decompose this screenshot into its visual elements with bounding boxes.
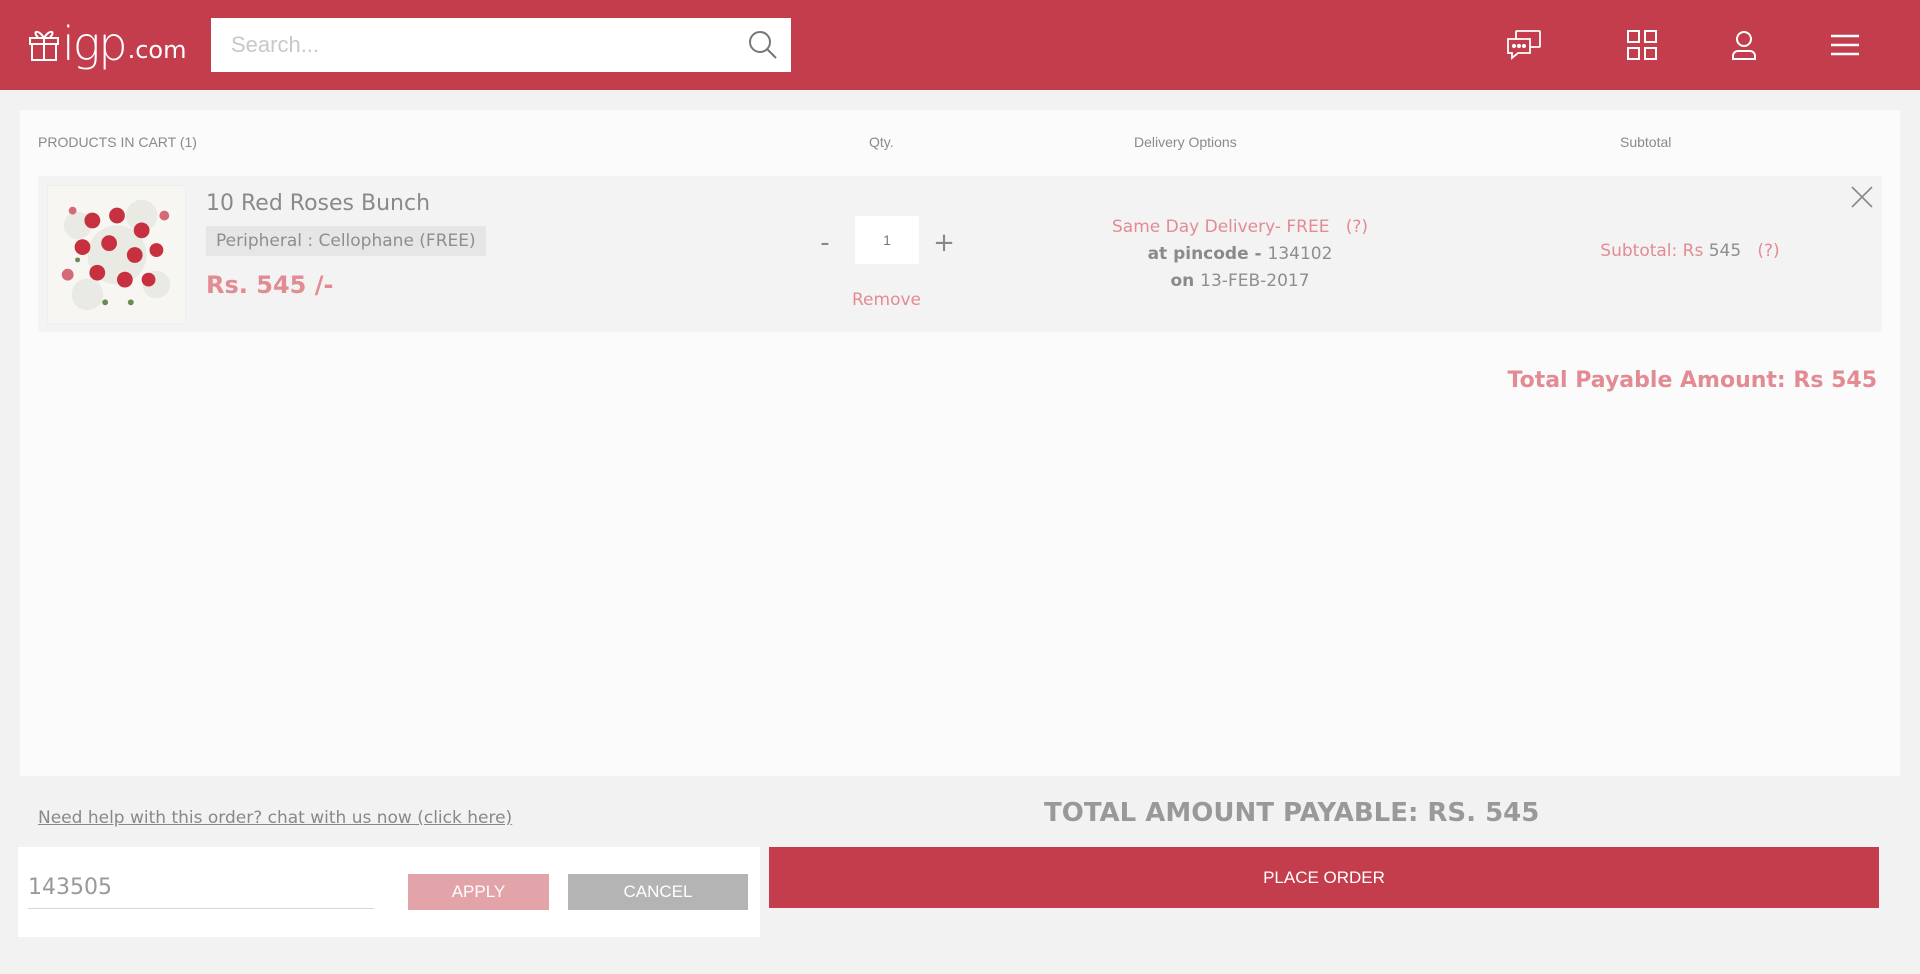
- subtotal-label: Subtotal: Rs: [1600, 241, 1709, 261]
- grand-total: TOTAL AMOUNT PAYABLE: RS. 545: [1044, 798, 1540, 828]
- igp-logo[interactable]: igp .com: [28, 16, 186, 72]
- chat-icon[interactable]: [1506, 29, 1542, 61]
- user-account-icon[interactable]: [1726, 29, 1762, 61]
- logo-suffix: .com: [127, 36, 187, 64]
- hamburger-menu-icon[interactable]: [1827, 29, 1863, 61]
- total-payable-amount: Total Payable Amount: Rs 545: [1507, 368, 1878, 393]
- pincode-coupon-box: APPLY CANCEL: [18, 847, 760, 937]
- delivery-help-link[interactable]: (?): [1346, 217, 1368, 237]
- date-prefix: on: [1170, 271, 1201, 291]
- categories-grid-icon[interactable]: [1624, 29, 1660, 61]
- search-bar: [211, 18, 791, 72]
- qty-decrease-button[interactable]: -: [813, 228, 837, 258]
- col-header-products: PRODUCTS IN CART (1): [38, 134, 197, 150]
- delivery-pincode: 134102: [1267, 244, 1333, 264]
- delivery-type: Same Day Delivery- FREE: [1112, 217, 1330, 237]
- subtotal-help-link[interactable]: (?): [1757, 241, 1779, 261]
- item-subtotal: Subtotal: Rs 545 (?): [1540, 241, 1840, 261]
- place-order-button[interactable]: PLACE ORDER: [769, 847, 1879, 908]
- qty-input[interactable]: [855, 216, 919, 264]
- chat-help-link[interactable]: Need help with this order? chat with us …: [38, 808, 512, 828]
- product-image-red-roses[interactable]: [47, 185, 186, 324]
- search-icon[interactable]: [747, 29, 779, 61]
- delivery-date: 13-FEB-2017: [1200, 271, 1310, 291]
- remove-item-link[interactable]: Remove: [852, 290, 921, 310]
- delivery-info: Same Day Delivery- FREE (?) at pincode -…: [1060, 214, 1420, 295]
- apply-button[interactable]: APPLY: [408, 874, 549, 910]
- logo-text: igp: [62, 17, 128, 71]
- close-icon[interactable]: [1849, 184, 1875, 210]
- col-header-qty: Qty.: [869, 134, 894, 150]
- cancel-button[interactable]: CANCEL: [568, 874, 748, 910]
- col-header-subtotal: Subtotal: [1620, 134, 1672, 150]
- product-name[interactable]: 10 Red Roses Bunch: [206, 191, 430, 216]
- gift-logo-icon: [29, 30, 59, 61]
- pincode-prefix: at pincode -: [1147, 244, 1268, 264]
- subtotal-value: 545: [1708, 241, 1742, 261]
- top-header: igp .com: [0, 0, 1920, 90]
- search-input[interactable]: [211, 18, 721, 72]
- col-header-delivery: Delivery Options: [1134, 134, 1237, 150]
- addon-badge: Peripheral : Cellophane (FREE): [206, 226, 486, 256]
- qty-increase-button[interactable]: +: [932, 228, 956, 258]
- product-price: Rs. 545 /-: [206, 271, 334, 299]
- pincode-input[interactable]: [28, 867, 374, 909]
